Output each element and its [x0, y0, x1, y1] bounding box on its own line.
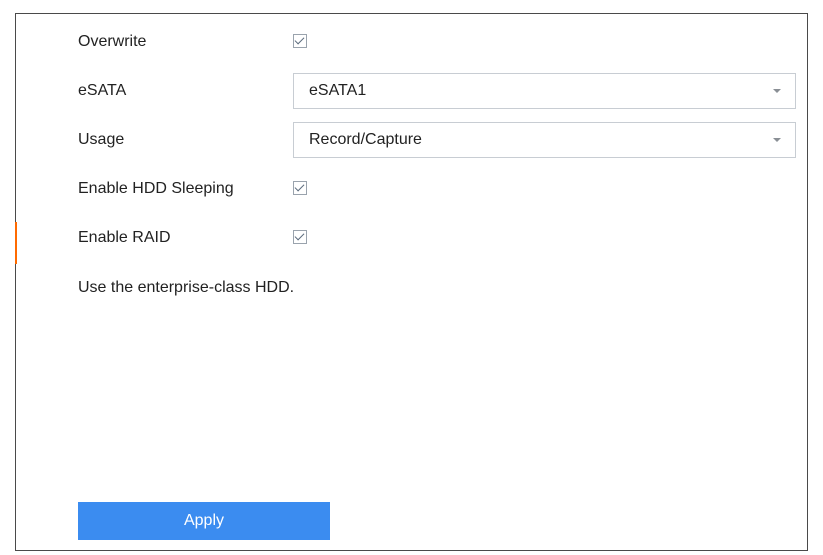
raid-row: Enable RAID: [16, 220, 807, 256]
overwrite-label: Overwrite: [78, 33, 147, 50]
esata-select-value: eSATA1: [309, 82, 367, 99]
usage-select[interactable]: Record/Capture: [293, 122, 796, 158]
enterprise-hdd-note: Use the enterprise-class HDD.: [78, 279, 295, 296]
raid-checkbox[interactable]: [293, 230, 307, 244]
usage-row: Usage Record/Capture: [16, 122, 807, 158]
apply-button[interactable]: Apply: [78, 502, 330, 540]
storage-settings-panel: Overwrite eSATA eSATA1 Usage Record/Capt…: [15, 13, 808, 551]
usage-select-value: Record/Capture: [309, 131, 422, 148]
esata-label: eSATA: [78, 82, 127, 99]
esata-select[interactable]: eSATA1: [293, 73, 796, 109]
hdd-sleeping-checkbox[interactable]: [293, 181, 307, 195]
usage-label: Usage: [78, 131, 125, 148]
chevron-down-icon: [773, 138, 781, 142]
overwrite-row: Overwrite: [16, 24, 807, 60]
accent-marker: [15, 222, 17, 264]
chevron-down-icon: [773, 89, 781, 93]
hdd-sleeping-label: Enable HDD Sleeping: [78, 180, 234, 197]
raid-label: Enable RAID: [78, 229, 171, 246]
overwrite-checkbox[interactable]: [293, 34, 307, 48]
esata-row: eSATA eSATA1: [16, 73, 807, 109]
hdd-sleeping-row: Enable HDD Sleeping: [16, 171, 807, 207]
